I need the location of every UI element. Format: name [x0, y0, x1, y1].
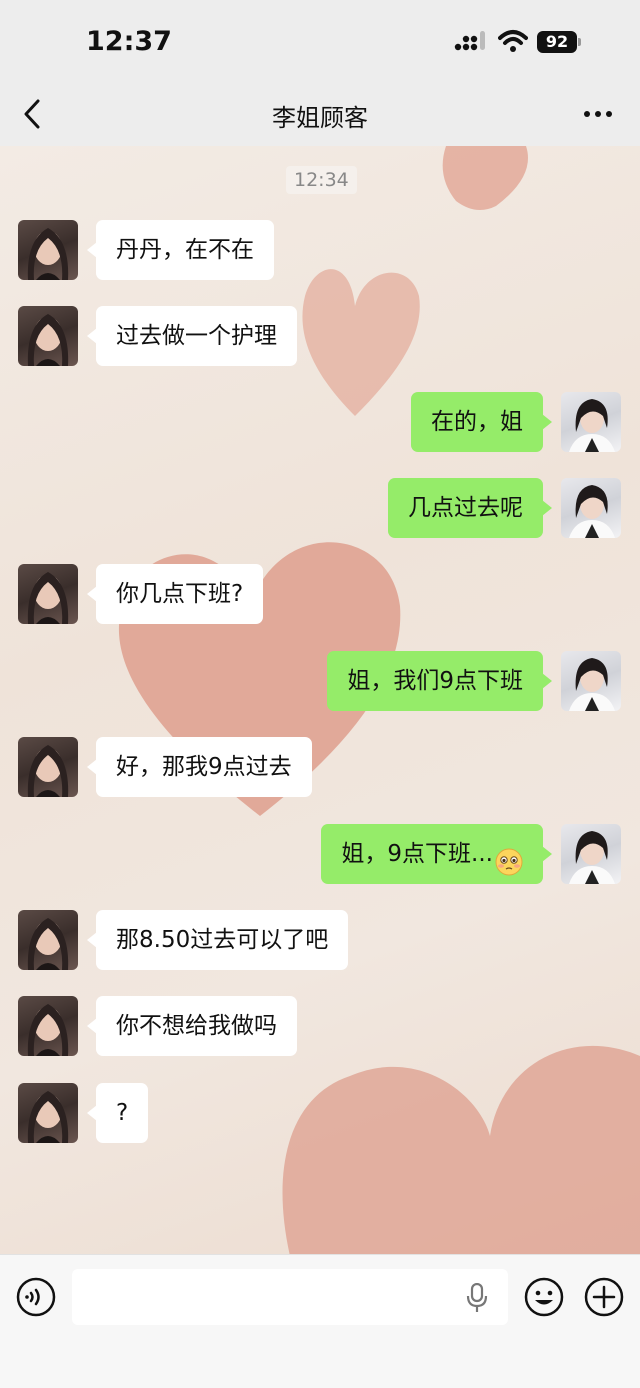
- sent-message-bubble[interactable]: 姐，我们9点下班: [327, 651, 552, 711]
- cellular-signal-icon: [454, 31, 485, 51]
- battery-level: 92: [537, 31, 577, 53]
- status-bar: 12:37 92: [0, 0, 640, 84]
- message-row: 你不想给我做吗: [0, 996, 640, 1058]
- message-row: 那8.50过去可以了吧: [0, 910, 640, 972]
- contact-avatar[interactable]: [18, 996, 78, 1056]
- more-functions-plus-icon[interactable]: [584, 1277, 624, 1317]
- emoji-icon[interactable]: [524, 1277, 564, 1317]
- message-text: 在的，姐: [431, 409, 523, 435]
- wifi-icon: [498, 30, 528, 52]
- message-text: 姐，9点下班...: [341, 841, 493, 867]
- flushed-face-emoji-icon: [495, 839, 523, 875]
- message-timestamp: 12:34: [286, 166, 357, 194]
- contact-avatar[interactable]: [18, 564, 78, 624]
- message-text: 几点过去呢: [408, 495, 523, 521]
- sent-message-bubble[interactable]: 姐，9点下班...: [321, 824, 552, 884]
- wallpaper-heart-decoration: [442, 146, 528, 210]
- message-text: 丹丹，在不在: [116, 237, 254, 263]
- contact-avatar[interactable]: [18, 1083, 78, 1143]
- input-bar: [0, 1254, 640, 1388]
- message-text: 那8.50过去可以了吧: [116, 927, 329, 953]
- message-row: 在的，姐: [0, 392, 640, 454]
- received-message-bubble[interactable]: 那8.50过去可以了吧: [86, 910, 349, 970]
- message-text: 过去做一个护理: [116, 323, 277, 349]
- message-row: 过去做一个护理: [0, 306, 640, 368]
- message-row: 姐，我们9点下班: [0, 651, 640, 713]
- message-row: 好，那我9点过去: [0, 737, 640, 799]
- message-text: ?: [116, 1100, 129, 1126]
- message-input[interactable]: [72, 1269, 508, 1325]
- my-avatar[interactable]: [561, 824, 621, 884]
- contact-avatar[interactable]: [18, 737, 78, 797]
- received-message-bubble[interactable]: 你几点下班?: [86, 564, 264, 624]
- sent-message-bubble[interactable]: 几点过去呢: [388, 478, 552, 538]
- voice-input-icon[interactable]: [16, 1277, 56, 1317]
- chat-area[interactable]: 12:34 丹丹，在不在 过去做一个护理在的，姐几点过去呢你几点下班? 姐，我们9点…: [0, 146, 640, 1254]
- received-message-bubble[interactable]: 好，那我9点过去: [87, 737, 312, 797]
- battery-icon: 92: [537, 31, 581, 53]
- sent-message-bubble[interactable]: 在的，姐: [411, 392, 552, 452]
- contact-avatar[interactable]: [18, 306, 78, 366]
- message-row: ?: [0, 1083, 640, 1145]
- received-message-bubble[interactable]: ?: [86, 1083, 149, 1143]
- message-text: 好，那我9点过去: [116, 754, 292, 780]
- message-text: 你几点下班?: [116, 581, 244, 607]
- my-avatar[interactable]: [561, 392, 621, 452]
- received-message-bubble[interactable]: 丹丹，在不在: [87, 220, 274, 280]
- received-message-bubble[interactable]: 你不想给我做吗: [87, 996, 297, 1056]
- contact-avatar[interactable]: [18, 910, 78, 970]
- message-row: 姐，9点下班...: [0, 824, 640, 886]
- my-avatar[interactable]: [561, 478, 621, 538]
- contact-avatar[interactable]: [18, 220, 78, 280]
- message-text: 你不想给我做吗: [116, 1013, 277, 1039]
- message-row: 几点过去呢: [0, 478, 640, 540]
- microphone-icon[interactable]: [466, 1283, 488, 1313]
- status-time: 12:37: [86, 26, 172, 57]
- message-row: 丹丹，在不在: [0, 220, 640, 282]
- more-options-icon[interactable]: [582, 108, 614, 120]
- message-row: 你几点下班?: [0, 564, 640, 626]
- message-text: 姐，我们9点下班: [347, 668, 523, 694]
- my-avatar[interactable]: [561, 651, 621, 711]
- chat-header: 李姐顾客: [0, 84, 640, 146]
- chat-title: 李姐顾客: [272, 104, 368, 132]
- received-message-bubble[interactable]: 过去做一个护理: [87, 306, 297, 366]
